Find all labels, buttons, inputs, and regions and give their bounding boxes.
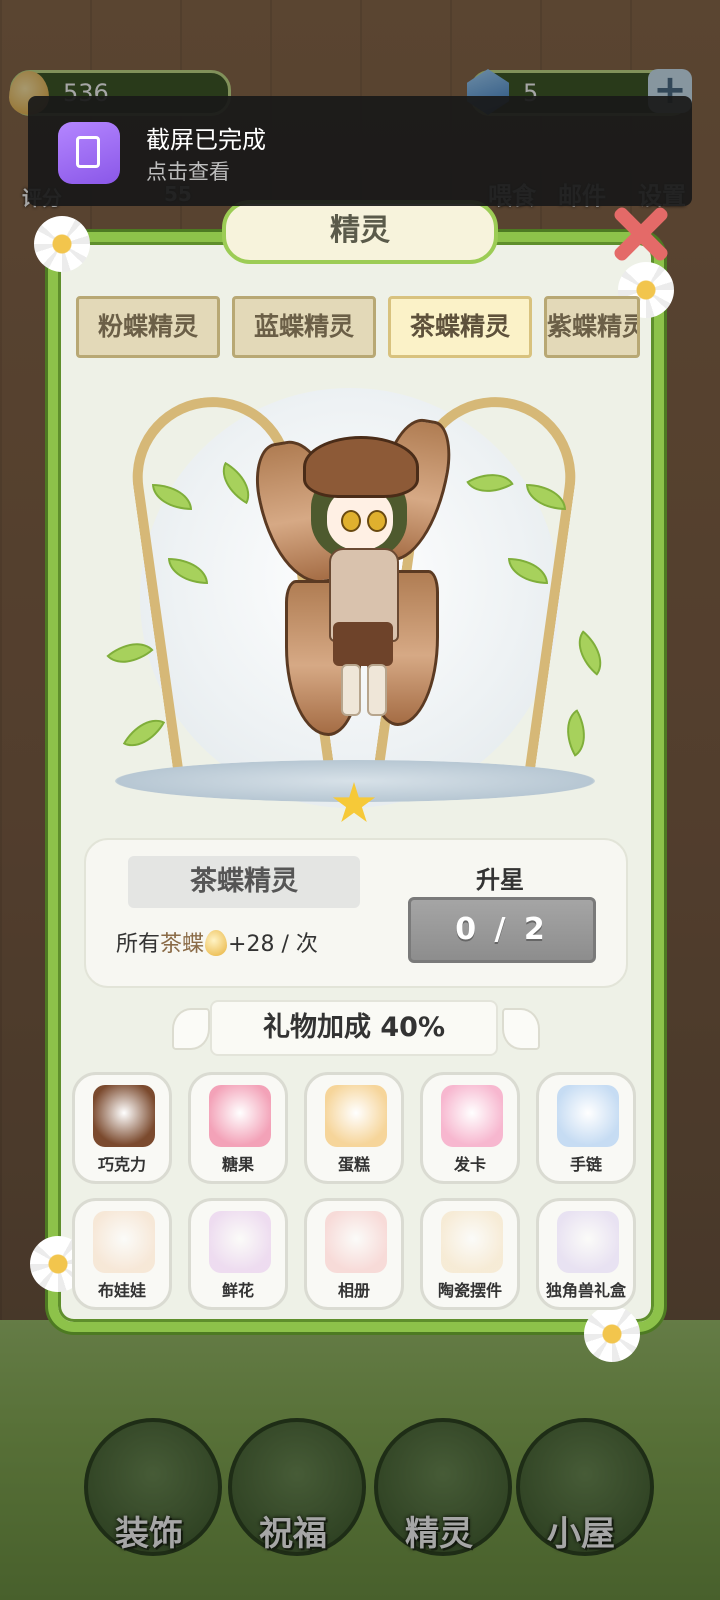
nectar-drop-icon bbox=[205, 930, 228, 956]
notification-subtitle: 点击查看 bbox=[146, 160, 230, 184]
doll-icon bbox=[93, 1211, 155, 1273]
tea-butterfly-fairy-icon bbox=[248, 410, 458, 750]
gift-item[interactable]: 鲜花 bbox=[188, 1198, 288, 1310]
chocolate-icon bbox=[93, 1085, 155, 1147]
tab-pink-butterfly[interactable]: 粉蝶精灵 bbox=[76, 296, 220, 358]
gift-bonus-banner: 礼物加成 40% bbox=[210, 1000, 498, 1056]
gift-label: 布娃娃 bbox=[97, 1281, 146, 1300]
bow-icon bbox=[441, 1085, 503, 1147]
gift-item[interactable]: 独角兽礼盒 bbox=[536, 1198, 636, 1310]
tab-purple-butterfly[interactable]: 紫蝶精灵 bbox=[544, 296, 640, 358]
star-up-button[interactable]: 0 / 2 bbox=[408, 897, 596, 963]
wing-ornament-left bbox=[172, 1008, 210, 1050]
gift-item[interactable]: 布娃娃 bbox=[72, 1198, 172, 1310]
gift-item[interactable]: 相册 bbox=[304, 1198, 404, 1310]
panel-title: 精灵 bbox=[222, 200, 498, 264]
bracelet-icon bbox=[557, 1085, 619, 1147]
gift-label: 鲜花 bbox=[221, 1281, 254, 1300]
wing-ornament-right bbox=[502, 1008, 540, 1050]
desc-prefix: 所有 bbox=[116, 932, 161, 957]
photo-album-icon bbox=[325, 1211, 387, 1273]
gift-item[interactable]: 巧克力 bbox=[72, 1072, 172, 1184]
gift-item[interactable]: 糖果 bbox=[188, 1072, 288, 1184]
cake-icon bbox=[325, 1085, 387, 1147]
notification-title: 截屏已完成 bbox=[146, 126, 266, 154]
daisy-icon bbox=[34, 216, 90, 272]
gift-label: 手链 bbox=[569, 1155, 602, 1174]
gift-item[interactable]: 手链 bbox=[536, 1072, 636, 1184]
spirit-name: 茶蝶精灵 bbox=[128, 856, 360, 908]
gift-label: 相册 bbox=[337, 1281, 370, 1300]
desc-highlight: 茶蝶 bbox=[160, 932, 205, 957]
gift-label: 巧克力 bbox=[97, 1155, 146, 1174]
candy-jar-icon bbox=[209, 1085, 271, 1147]
daisy-icon bbox=[584, 1306, 640, 1362]
gift-item[interactable]: 发卡 bbox=[420, 1072, 520, 1184]
close-button[interactable] bbox=[610, 204, 670, 264]
screenshot-notification[interactable]: 截屏已完成 点击查看 bbox=[28, 96, 692, 206]
unicorn-box-icon bbox=[557, 1211, 619, 1273]
tab-tea-butterfly[interactable]: 茶蝶精灵 bbox=[388, 296, 532, 358]
spirit-bonus-description: 所有茶蝶 +28 / 次 bbox=[116, 926, 318, 958]
ceramic-cat-icon bbox=[441, 1211, 503, 1273]
gift-label: 蛋糕 bbox=[337, 1155, 370, 1174]
flower-bouquet-icon bbox=[209, 1211, 271, 1273]
gift-label: 独角兽礼盒 bbox=[545, 1281, 626, 1300]
tab-blue-butterfly[interactable]: 蓝蝶精灵 bbox=[232, 296, 376, 358]
gift-label: 糖果 bbox=[221, 1155, 254, 1174]
gift-item[interactable]: 陶瓷摆件 bbox=[420, 1198, 520, 1310]
gift-label: 陶瓷摆件 bbox=[437, 1281, 502, 1300]
screenshot-gallery-icon bbox=[58, 122, 120, 184]
gift-item[interactable]: 蛋糕 bbox=[304, 1072, 404, 1184]
star-up-label: 升星 bbox=[476, 866, 524, 894]
desc-bonus: +28 / 次 bbox=[228, 932, 318, 957]
gift-label: 发卡 bbox=[453, 1155, 486, 1174]
